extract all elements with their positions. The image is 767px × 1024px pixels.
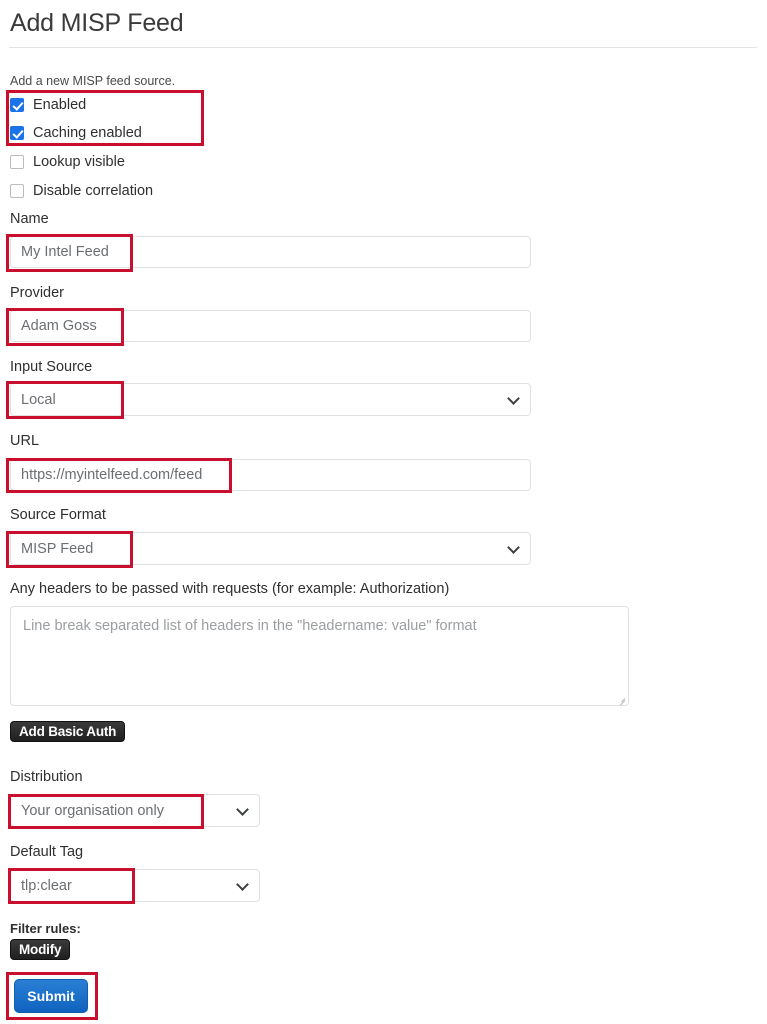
distribution-select[interactable]: Your organisation only	[10, 794, 260, 827]
add-misp-feed-page: Add MISP Feed Add a new MISP feed source…	[0, 0, 767, 1024]
source-format-select[interactable]: MISP Feed	[10, 532, 531, 565]
checkbox-disable-correlation[interactable]	[10, 184, 24, 198]
chevron-down-icon	[509, 543, 519, 553]
chevron-down-icon	[509, 394, 519, 404]
label-provider: Provider	[10, 285, 64, 301]
page-title: Add MISP Feed	[10, 9, 184, 37]
checkbox-caching-enabled[interactable]	[10, 126, 24, 140]
url-input[interactable]: https://myintelfeed.com/feed	[10, 459, 531, 491]
chevron-down-icon	[238, 805, 248, 815]
form-helper-text: Add a new MISP feed source.	[10, 74, 176, 88]
source-format-value: MISP Feed	[21, 540, 94, 557]
headers-placeholder: Line break separated list of headers in …	[23, 618, 477, 634]
provider-input[interactable]: Adam Goss	[10, 310, 531, 342]
checkbox-label-caching-enabled: Caching enabled	[33, 124, 142, 141]
checkbox-row-caching-enabled[interactable]: Caching enabled	[10, 123, 142, 143]
resize-handle-icon[interactable]	[615, 692, 625, 702]
checkbox-label-enabled: Enabled	[33, 96, 87, 113]
label-headers: Any headers to be passed with requests (…	[10, 581, 450, 597]
checkbox-row-disable-correlation[interactable]: Disable correlation	[10, 181, 153, 201]
checkbox-lookup-visible[interactable]	[10, 155, 24, 169]
distribution-value: Your organisation only	[21, 802, 164, 819]
label-input-source: Input Source	[10, 359, 93, 375]
label-source-format: Source Format	[10, 507, 106, 523]
label-distribution: Distribution	[10, 769, 83, 785]
checkbox-label-disable-correlation: Disable correlation	[33, 182, 154, 199]
checkbox-label-lookup-visible: Lookup visible	[33, 153, 125, 170]
headers-textarea[interactable]: Line break separated list of headers in …	[10, 606, 629, 706]
title-divider	[9, 47, 757, 48]
chevron-down-icon	[238, 880, 248, 890]
label-url: URL	[10, 433, 40, 449]
input-source-value: Local	[21, 391, 56, 408]
name-input[interactable]: My Intel Feed	[10, 236, 531, 268]
add-basic-auth-button[interactable]: Add Basic Auth	[10, 721, 126, 742]
label-default-tag: Default Tag	[10, 844, 84, 860]
default-tag-select[interactable]: tlp:clear	[10, 869, 260, 902]
checkbox-row-lookup-visible[interactable]: Lookup visible	[10, 152, 125, 172]
input-source-select[interactable]: Local	[10, 383, 531, 416]
modify-filter-rules-button[interactable]: Modify	[10, 939, 71, 960]
checkbox-enabled[interactable]	[10, 98, 24, 112]
label-filter-rules: Filter rules:	[10, 921, 81, 936]
checkbox-row-enabled[interactable]: Enabled	[10, 95, 86, 115]
default-tag-value: tlp:clear	[21, 877, 72, 894]
submit-button[interactable]: Submit	[14, 979, 88, 1013]
label-name: Name	[10, 211, 49, 227]
